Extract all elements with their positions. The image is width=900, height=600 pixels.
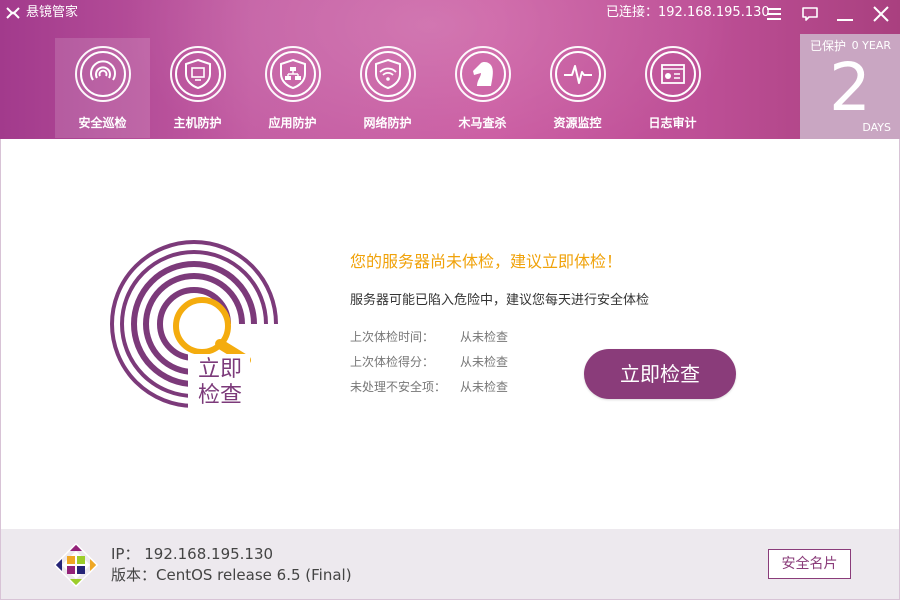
centos-logo-icon: [53, 542, 99, 588]
nav-label: 网络防护: [363, 116, 412, 130]
last-scan-score-value: 从未检查: [460, 355, 509, 369]
nav-label: 资源监控: [553, 116, 602, 130]
server-ip: IP： 192.168.195.130: [111, 545, 274, 563]
nav-item-host-protection[interactable]: 主机防护: [150, 38, 245, 138]
protected-days-count: 2: [829, 49, 871, 126]
nav-label: 日志审计: [648, 116, 697, 130]
minimize-icon[interactable]: [834, 4, 856, 24]
badge-text-line1: 立即: [198, 357, 242, 382]
feedback-icon[interactable]: [799, 4, 821, 24]
app-title: 悬镜管家: [26, 5, 79, 20]
scan-now-button[interactable]: 立即检查: [584, 349, 736, 399]
server-version: 版本：CentOS release 6.5 (Final): [111, 566, 352, 584]
nav-label: 木马查杀: [458, 116, 507, 130]
scan-warning-headline: 您的服务器尚未体检，建议立即体检！: [350, 252, 623, 271]
radar-icon: [74, 46, 131, 102]
nav-label: 应用防护: [268, 116, 317, 130]
horse-icon: [454, 46, 511, 102]
host-shield-icon: [169, 46, 226, 102]
title-bar: 悬镜管家 已连接：192.168.195.130 安全巡检 主机防护 应用防护 …: [0, 0, 900, 139]
nav-item-app-protection[interactable]: 应用防护: [245, 38, 340, 138]
last-scan-time-label: 上次体检时间：: [350, 330, 435, 344]
connection-status: 已连接：192.168.195.130: [606, 5, 770, 20]
unresolved-items-label: 未处理不安全项：: [350, 380, 447, 394]
wifi-shield-icon: [359, 46, 416, 102]
pulse-icon: [549, 46, 606, 102]
nav-item-log-audit[interactable]: 日志审计: [625, 38, 720, 138]
badge-text-line2: 检查: [198, 383, 242, 408]
security-card-button[interactable]: 安全名片: [768, 549, 851, 579]
nav-label: 主机防护: [173, 116, 222, 130]
log-icon: [644, 46, 701, 102]
nav-item-network-protection[interactable]: 网络防护: [340, 38, 435, 138]
main-nav: 安全巡检 主机防护 应用防护 网络防护 木马查杀 资源监控 日志审计: [55, 38, 720, 138]
app-logo-icon: [6, 7, 20, 19]
protected-days-unit: DAYS: [862, 121, 891, 134]
app-shield-icon: [264, 46, 321, 102]
scan-warning-subline: 服务器可能已陷入危险中，建议您每天进行安全体检: [350, 293, 650, 308]
nav-item-security-scan[interactable]: 安全巡检: [55, 38, 150, 138]
nav-item-trojan-scan[interactable]: 木马查杀: [435, 38, 530, 138]
nav-label: 安全巡检: [78, 116, 127, 130]
footer-bar: [0, 529, 900, 600]
scan-badge-icon: 立即 检查: [110, 240, 278, 410]
last-scan-score-label: 上次体检得分：: [350, 355, 435, 369]
last-scan-time-value: 从未检查: [460, 330, 509, 344]
close-icon[interactable]: [870, 4, 892, 24]
unresolved-items-value: 从未检查: [460, 380, 509, 394]
menu-icon[interactable]: [763, 4, 785, 24]
nav-item-resource-monitor[interactable]: 资源监控: [530, 38, 625, 138]
protection-days-panel: 已保护 0 YEAR 2 DAYS: [800, 34, 900, 139]
